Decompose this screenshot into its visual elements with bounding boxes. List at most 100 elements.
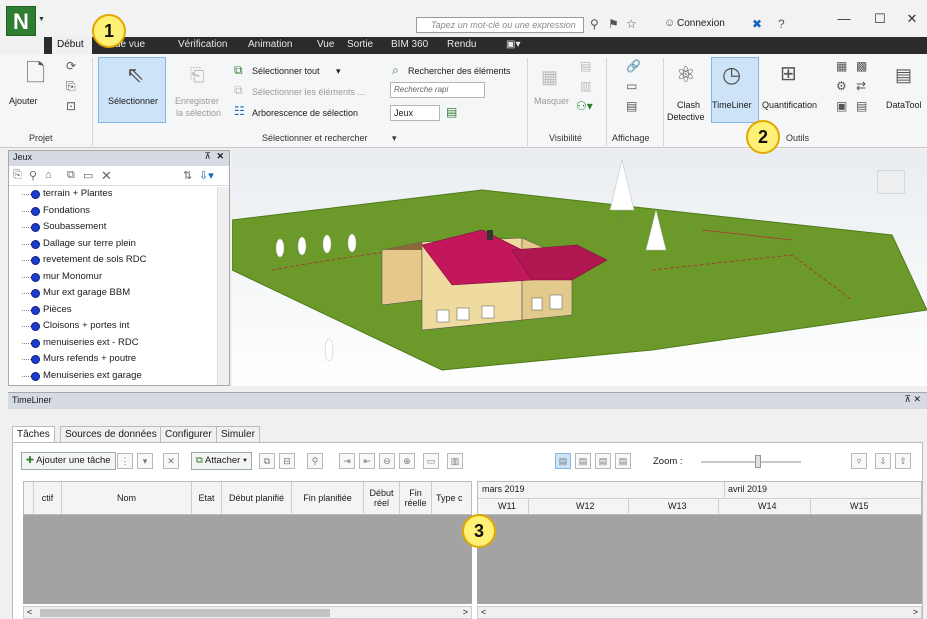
scripter-icon[interactable]: ▩ — [856, 60, 867, 72]
clear-icon[interactable]: ⊟ — [279, 453, 295, 469]
exchange-icon[interactable]: ✖ — [752, 17, 762, 31]
set-list-item[interactable]: Pièces — [9, 302, 229, 319]
tab-debut[interactable]: Début — [52, 37, 92, 54]
col-header-fin-planifiee[interactable]: Fin planifiée — [292, 482, 364, 514]
grid-hscrollbar[interactable]: < > — [23, 606, 472, 619]
col-header-nom[interactable]: Nom — [62, 482, 192, 514]
app-menu-chevron-icon[interactable]: ▼ — [38, 16, 45, 23]
scroll-left-icon[interactable]: < — [27, 607, 32, 617]
panel-projet-title[interactable]: Projet — [29, 133, 53, 143]
col-header-fin-reelle[interactable]: Fin réelle — [400, 482, 432, 514]
outdent-icon[interactable]: ⇤ — [359, 453, 375, 469]
columns-icon[interactable]: ▥ — [447, 453, 463, 469]
compare-view-icon[interactable]: ▤ — [615, 453, 631, 469]
move-up-icon[interactable]: ⊖ — [379, 453, 395, 469]
attach-button[interactable]: ⧉ Attacher ▾ — [191, 452, 252, 470]
gantt-chart-area[interactable] — [477, 515, 922, 604]
add-button-label[interactable]: Ajouter — [9, 96, 38, 106]
maximize-button[interactable]: ☐ — [870, 10, 890, 28]
move-down-icon[interactable]: ⊕ — [399, 453, 415, 469]
comment-icon[interactable]: ▭ — [83, 169, 93, 182]
export-filter-icon[interactable]: ▿ — [851, 453, 867, 469]
find-items-button[interactable]: Rechercher des éléments — [408, 66, 511, 76]
set-list-item[interactable]: Dallage sur terre plein — [9, 236, 229, 253]
save-search-set-icon[interactable]: ⚲ — [29, 169, 37, 182]
tab-taches[interactable]: Tâches — [12, 426, 55, 443]
set-list-item[interactable]: menuiseries ext - RDC — [9, 335, 229, 352]
tab-simuler[interactable]: Simuler — [216, 426, 260, 443]
quantification-button[interactable]: Quantification — [762, 100, 817, 110]
col-header-type[interactable]: Type c — [432, 482, 472, 514]
close-panel-icon[interactable]: ✕ — [216, 151, 224, 162]
sort-icon[interactable]: ⇅ — [183, 169, 192, 182]
zoom-slider-handle[interactable] — [755, 455, 761, 468]
3d-viewport[interactable] — [232, 150, 927, 386]
set-list-item[interactable]: Mur ext garage BBM — [9, 285, 229, 302]
panel-select-chevron-icon[interactable]: ▾ — [392, 133, 397, 144]
set-list-item[interactable]: Cloisons + portes int — [9, 318, 229, 335]
import-export-icon[interactable]: ⇩▾ — [199, 169, 214, 182]
save-selection-set-icon[interactable]: ⎘ — [13, 169, 22, 182]
add-file-icon[interactable]: 🗋 — [26, 62, 45, 86]
gantt-view-icon[interactable]: ▤ — [555, 453, 571, 469]
appearance-profiler-icon[interactable]: ⇄ — [856, 80, 866, 92]
new-folder-icon[interactable]: ⌂ — [45, 169, 52, 181]
filter-icon[interactable]: ⚲ — [307, 453, 323, 469]
tab-sources-donnees[interactable]: Sources de données — [60, 426, 162, 443]
set-list-item[interactable]: Murs refends + poutre — [9, 351, 229, 368]
scroll-right-icon[interactable]: > — [913, 607, 918, 617]
help-icon[interactable]: ? — [778, 17, 785, 31]
camera-tab-icon[interactable]: ▣▾ — [506, 39, 520, 50]
close-button[interactable]: ✕ — [902, 10, 922, 28]
links-icon[interactable]: 🔗 — [626, 60, 641, 72]
col-header-debut-reel[interactable]: Début réel — [364, 482, 400, 514]
actual-view-icon[interactable]: ▤ — [595, 453, 611, 469]
import-icon[interactable]: ⇩ — [875, 453, 891, 469]
help-search-input[interactable]: Tapez un mot-clé ou une expression — [416, 17, 584, 33]
panel-affichage-title[interactable]: Affichage — [612, 133, 649, 143]
app-logo[interactable]: N — [6, 6, 36, 36]
planned-view-icon[interactable]: ▤ — [575, 453, 591, 469]
zoom-slider-track[interactable] — [701, 461, 801, 463]
select-all-button[interactable]: Sélectionner tout — [252, 66, 320, 76]
panel-select-title[interactable]: Sélectionner et rechercher — [262, 133, 368, 143]
tab-animation[interactable]: Animation — [248, 39, 292, 50]
info-icon[interactable]: ▤ — [626, 100, 637, 112]
sets-combo[interactable]: Jeux — [390, 105, 440, 121]
reset-icon[interactable]: ⎘ — [66, 80, 76, 92]
tab-bim360[interactable]: BIM 360 — [391, 39, 428, 50]
set-list-item[interactable]: mur Monomur — [9, 269, 229, 286]
options-icon[interactable]: ⊡ — [66, 100, 76, 112]
login-link[interactable]: Connexion — [677, 18, 725, 29]
binoculars-icon[interactable]: ⚲ — [590, 17, 599, 31]
set-list-item[interactable]: terrain + Plantes — [9, 186, 229, 203]
select-all-chevron-icon[interactable]: ▾ — [336, 66, 341, 77]
datatools-button[interactable]: DataTool — [886, 100, 922, 110]
scroll-left-icon[interactable]: < — [481, 607, 486, 617]
clash-label-1[interactable]: Clash — [677, 100, 700, 110]
tab-vue[interactable]: Vue — [317, 39, 334, 50]
properties-icon[interactable]: ▭ — [626, 80, 637, 92]
manage-sets-icon[interactable]: ▤ — [446, 106, 457, 118]
clash-label-2[interactable]: Detective — [667, 112, 705, 122]
duplicate-icon[interactable]: ⧉ — [67, 169, 75, 182]
scroll-right-icon[interactable]: > — [463, 607, 468, 617]
favorites-star-icon[interactable]: ☆ — [626, 17, 637, 31]
tab-sortie[interactable]: Sortie — [347, 39, 373, 50]
insert-task-icon[interactable]: ▾ — [137, 453, 153, 469]
pin-icon[interactable]: ⊼ — [204, 151, 211, 162]
sets-scrollbar[interactable] — [217, 187, 229, 385]
delete-task-icon[interactable]: ✕ — [163, 453, 179, 469]
gantt-hscrollbar[interactable]: < > — [477, 606, 922, 619]
col-header-actif[interactable]: ctif — [34, 482, 62, 514]
col-header-debut-planifie[interactable]: Début planifié — [222, 482, 292, 514]
task-grid-body[interactable] — [23, 515, 472, 604]
set-list-item[interactable]: revetement de sols RDC — [9, 252, 229, 269]
selection-tree-button[interactable]: Arborescence de sélection — [252, 108, 358, 118]
compare-icon[interactable]: ▤ — [856, 100, 867, 112]
subscription-icon[interactable]: ⚑ — [608, 17, 619, 31]
animator-icon[interactable]: ▦ — [836, 60, 847, 72]
add-task-button[interactable]: ✚ Ajouter une tâche — [21, 452, 116, 470]
grid-hscroll-thumb[interactable] — [40, 609, 330, 617]
set-list-item[interactable]: Fondations — [9, 203, 229, 220]
